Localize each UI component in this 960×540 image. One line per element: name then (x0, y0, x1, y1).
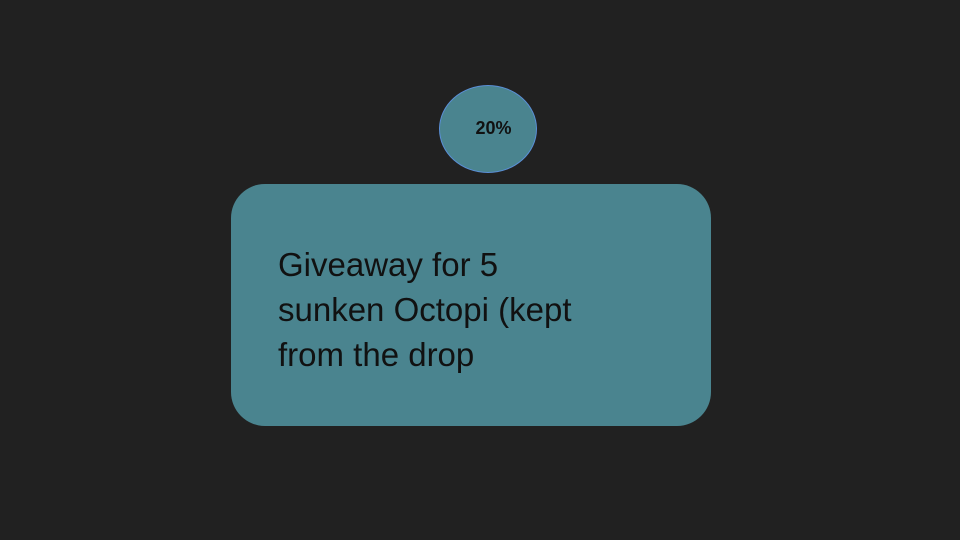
giveaway-card: Giveaway for 5 sunken Octopi (kept from … (231, 184, 711, 426)
slide: 20% Giveaway for 5 sunken Octopi (kept f… (0, 0, 960, 540)
percentage-label: 20% (475, 117, 512, 138)
percentage-badge: 20% (439, 85, 537, 173)
giveaway-text: Giveaway for 5 sunken Octopi (kept from … (278, 246, 572, 373)
